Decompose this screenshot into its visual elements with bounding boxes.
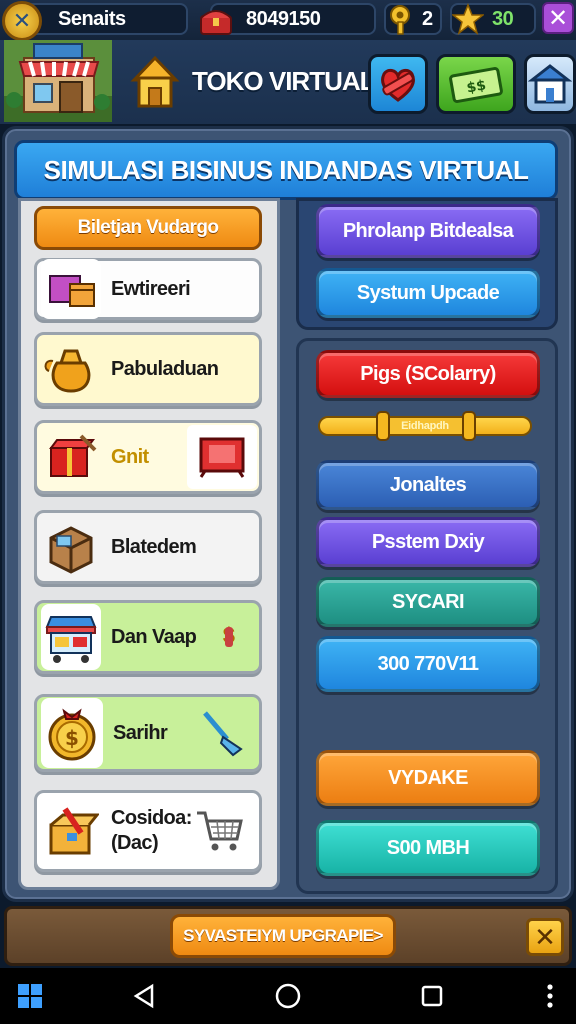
top-status-bar: Senaits ✕ 8049150 2 30 ✕ (0, 0, 576, 41)
treasure-chest-icon (198, 4, 234, 38)
list-item-label: Ewtireeri (111, 277, 191, 300)
pigs-button[interactable]: Pigs (SColarry) (316, 350, 540, 398)
crate-icon (41, 259, 101, 319)
vydake-button[interactable]: VYDAKE (316, 750, 540, 806)
list-item-label: Pabuladuan (111, 357, 219, 380)
list-item-label: Gnit (111, 445, 149, 468)
slider-handle[interactable] (376, 411, 390, 441)
svg-text:$: $ (65, 726, 79, 750)
page-title: TOKO VIRTUAL (192, 66, 376, 96)
slider-handle[interactable] (462, 411, 476, 441)
home-circle-icon (275, 983, 301, 1009)
windows-start-button[interactable] (0, 968, 60, 1024)
left-tab-button[interactable]: Biletjan Vudargo (34, 206, 262, 250)
panel-title: SIMULASI BISINUS INDANDAS VIRTUAL (14, 140, 558, 200)
back-triangle-icon (133, 983, 154, 1009)
mbh-button[interactable]: S00 MBH (316, 820, 540, 876)
cardboard-box-icon (41, 517, 101, 577)
close-panel-button[interactable]: ✕ (526, 918, 564, 956)
list-item-label: Sarihr (113, 721, 168, 744)
player-name-pill[interactable]: Senaits (20, 3, 188, 35)
shopping-cart-icon (195, 809, 245, 853)
home-icon[interactable] (130, 54, 180, 110)
close-icon[interactable]: ✕ (542, 2, 574, 34)
market-stall-icon (41, 604, 101, 670)
player-name: Senaits (58, 7, 126, 30)
system-nav-bar (0, 968, 576, 1024)
windows-icon (18, 984, 42, 1008)
list-item[interactable]: Cosidoa: (Dac) (34, 790, 262, 872)
shovel-icon (201, 709, 245, 757)
back-button[interactable] (114, 968, 174, 1024)
list-item-label-line2: (Dac) (111, 832, 159, 854)
list-item[interactable]: Dan Vaap $ (34, 600, 262, 674)
svg-text:$$: $$ (465, 77, 487, 96)
shop-header: TOKO VIRTUAL $$ (0, 40, 576, 124)
sycari-button[interactable]: SYCARI (316, 577, 540, 627)
shop-sign-icon (187, 425, 257, 489)
coins-pill[interactable]: 8049150 (210, 3, 376, 35)
cash-button[interactable]: $$ (436, 54, 516, 114)
storefront-icon (4, 40, 112, 122)
heart-badge-icon (381, 68, 415, 102)
primary-action-button[interactable]: Phrolanp Bitdealsa (316, 204, 540, 258)
upgrade-button[interactable]: SYVASTEIYM UPGRAPIE> (170, 914, 396, 958)
shop-button[interactable] (524, 54, 576, 114)
list-item-label-line1: Cosidoa: (111, 807, 192, 829)
list-item-label: Blatedem (111, 535, 197, 558)
favorites-button[interactable] (368, 54, 428, 114)
list-item[interactable]: $ Sarihr (34, 694, 262, 772)
close-icon: ✕ (534, 921, 556, 952)
bottle-icon (225, 627, 233, 647)
level-slider[interactable]: Eidhapdh (318, 416, 532, 436)
list-item-label: Cosidoa: (Dac) (111, 806, 192, 856)
counter-button[interactable]: 300 770V11 (316, 636, 540, 692)
more-options-button[interactable] (520, 968, 576, 1024)
money-bag-icon (41, 339, 101, 399)
cash-icon: $$ (449, 67, 503, 103)
donations-button[interactable]: Jonaltes (316, 460, 540, 510)
list-item[interactable]: Pabuladuan (34, 332, 262, 406)
coin-icon: $ (41, 698, 103, 768)
list-item[interactable]: Ewtireeri (34, 258, 262, 320)
system-upgrade-button[interactable]: Systum Upcade (316, 268, 540, 318)
list-item[interactable]: Blatedem (34, 510, 262, 584)
list-item-label: Dan Vaap (111, 625, 197, 648)
slider-label: Eidhapdh (380, 418, 470, 434)
system-daily-button[interactable]: Psstem Dxiy (316, 517, 540, 567)
more-vertical-icon (547, 984, 553, 1008)
player-rank-icon[interactable]: ✕ (2, 1, 42, 41)
home-button[interactable] (258, 968, 318, 1024)
star-icon (450, 2, 486, 35)
package-icon (41, 801, 101, 861)
key-icon (386, 4, 416, 36)
recents-button[interactable] (402, 968, 462, 1024)
recents-square-icon (421, 985, 443, 1007)
shop-icon (528, 64, 572, 104)
keys-value: 2 (422, 7, 433, 30)
stars-value: 30 (492, 7, 514, 30)
list-item[interactable]: Gnit (34, 420, 262, 494)
coins-value: 8049150 (246, 7, 321, 30)
red-box-icon (41, 427, 101, 487)
